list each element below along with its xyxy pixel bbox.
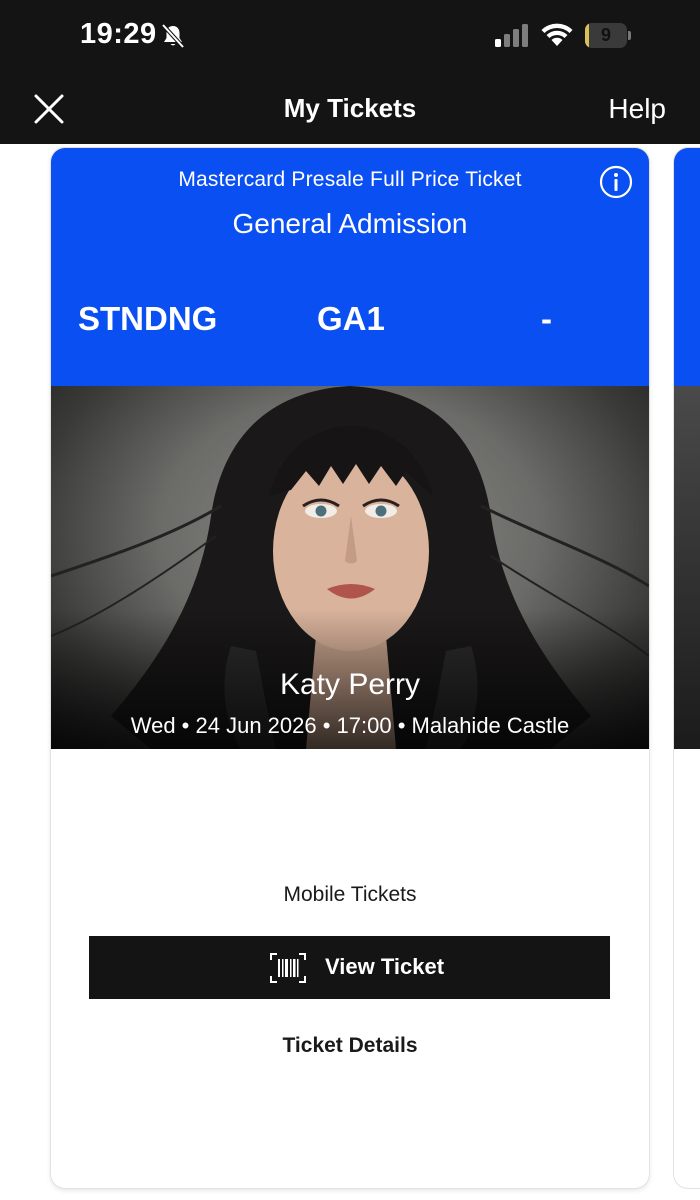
seat-info: STNDNG GA1 -: [51, 300, 649, 340]
view-ticket-button[interactable]: View Ticket: [89, 936, 610, 999]
ticket-header: Mastercard Presale Full Price Ticket Gen…: [51, 148, 649, 386]
next-ticket-card-peek[interactable]: [674, 148, 700, 1188]
nav-bar: My Tickets Help: [0, 74, 700, 144]
event-date-venue: Wed • 24 Jun 2026 • 17:00 • Malahide Cas…: [130, 713, 570, 738]
help-link[interactable]: Help: [608, 93, 666, 125]
view-ticket-label: View Ticket: [325, 954, 445, 979]
ticket-type: Mastercard Presale Full Price Ticket: [178, 168, 522, 191]
ticket-carousel[interactable]: Mastercard Presale Full Price Ticket Gen…: [0, 144, 700, 1200]
seat-row: GA1: [317, 300, 385, 337]
status-bar: 19:29 9: [0, 0, 700, 74]
page-title: My Tickets: [283, 93, 417, 123]
wifi-icon: [541, 23, 573, 46]
info-icon[interactable]: [599, 165, 633, 199]
ticket-card: Mastercard Presale Full Price Ticket Gen…: [51, 148, 649, 1188]
ticket-details-link[interactable]: Ticket Details: [51, 1034, 649, 1058]
admission-type: General Admission: [232, 208, 468, 239]
seat-number: -: [541, 300, 552, 337]
signal-icon: [495, 24, 528, 47]
seat-section: STNDNG: [78, 300, 218, 337]
status-time: 19:29: [80, 18, 157, 50]
battery-level: 9: [600, 25, 611, 45]
event-image: Katy Perry Wed • 24 Jun 2026 • 17:00 • M…: [51, 386, 649, 749]
artist-name: Katy Perry: [279, 668, 421, 701]
bell-off-icon: [161, 23, 185, 49]
battery-icon: 9: [585, 23, 631, 48]
barcode-icon: [270, 953, 306, 983]
mobile-tickets-label: Mobile Tickets: [283, 883, 417, 906]
